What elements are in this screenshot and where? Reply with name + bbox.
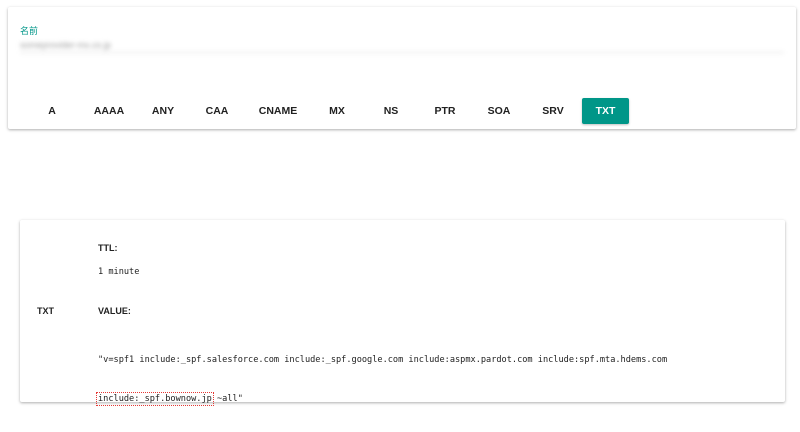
record-type-selector: A AAAA ANY CAA CNAME MX NS PTR SOA SRV T… — [8, 98, 796, 124]
type-button-ptr[interactable]: PTR — [422, 98, 468, 124]
name-input[interactable] — [20, 37, 784, 53]
type-button-srv[interactable]: SRV — [530, 98, 576, 124]
ttl-value: 1 minute — [98, 267, 140, 277]
highlighted-include: include:_spf.bownow.jp — [96, 392, 214, 406]
ttl-label: TTL: — [98, 243, 118, 253]
type-button-a[interactable]: A — [32, 98, 72, 124]
txt-value-line-1: "v=spf1 include:_spf.salesforce.com incl… — [98, 355, 668, 365]
result-card: TTL: 1 minute TXT VALUE: "v=spf1 include… — [20, 220, 785, 406]
txt-value-tail: ~all" — [211, 394, 243, 404]
txt-value-line-2: include:_spf.bownow.jp ~all" — [96, 392, 667, 406]
type-button-txt[interactable]: TXT — [582, 98, 629, 124]
type-button-caa[interactable]: CAA — [194, 98, 240, 124]
type-button-cname[interactable]: CNAME — [248, 98, 308, 124]
txt-record-value: "v=spf1 include:_spf.salesforce.com incl… — [96, 328, 668, 432]
type-button-aaaa[interactable]: AAAA — [86, 98, 132, 124]
type-button-ns[interactable]: NS — [368, 98, 414, 124]
name-field-label: 名前 — [20, 26, 39, 36]
value-label: VALUE: — [98, 306, 131, 316]
type-button-soa[interactable]: SOA — [476, 98, 522, 124]
record-type-label: TXT — [37, 306, 54, 316]
search-card: 名前 A AAAA ANY CAA CNAME MX NS PTR SOA SR… — [8, 7, 796, 129]
type-button-mx[interactable]: MX — [314, 98, 360, 124]
type-button-any[interactable]: ANY — [140, 98, 186, 124]
